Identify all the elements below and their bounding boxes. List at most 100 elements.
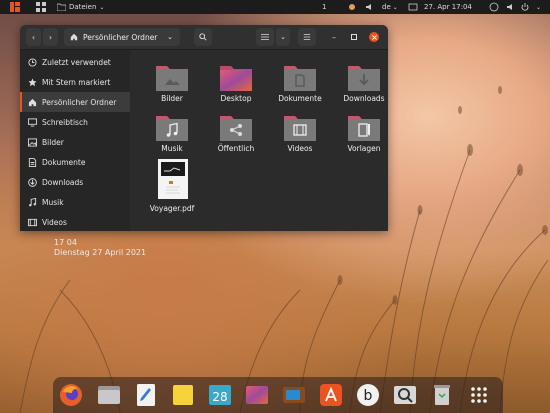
music-icon (29, 197, 37, 206)
close-icon (371, 34, 377, 40)
trash-icon[interactable] (429, 382, 455, 408)
weather-icon[interactable] (347, 0, 357, 14)
chevron-down-icon: ⌄ (392, 3, 398, 11)
activities-icon[interactable] (10, 0, 20, 14)
maximize-button[interactable] (347, 28, 361, 46)
chevron-down-icon: ⌄ (99, 3, 105, 11)
file-item-videos[interactable]: Videos (268, 106, 332, 156)
path-label: Persönlicher Ordner (83, 32, 158, 42)
firefox-icon[interactable] (58, 382, 84, 408)
file-manager-window: ‹ › Persönlicher Ordner ⌄ ⌄ – Zuletzt ve… (20, 25, 388, 231)
folder-music-icon (156, 116, 188, 141)
path-bar[interactable]: Persönlicher Ordner ⌄ (64, 28, 180, 46)
chevron-left-icon: ‹ (31, 32, 36, 42)
sidebar-item-label: Videos (42, 217, 67, 227)
header-bar: ‹ › Persönlicher Ordner ⌄ ⌄ – (20, 25, 388, 50)
clock[interactable]: 27. Apr 17:04 (424, 0, 472, 14)
show-apps-icon[interactable] (466, 382, 492, 408)
text-editor-icon[interactable] (133, 382, 159, 408)
list-view-button[interactable] (256, 28, 274, 46)
sidebar-item-label: Zuletzt verwendet (42, 57, 111, 67)
search-button[interactable] (194, 28, 212, 46)
sidebar-item-downloads[interactable]: Downloads (20, 172, 130, 192)
back-button[interactable]: ‹ (26, 28, 41, 46)
document-icon (28, 157, 37, 167)
screenshot-icon[interactable] (392, 382, 418, 408)
file-item-templates[interactable]: Vorlagen (332, 106, 388, 156)
app-menu[interactable]: Dateien ⌄ (57, 0, 104, 14)
pdf-thumbnail-icon (158, 159, 188, 199)
power-icon[interactable] (520, 0, 530, 14)
chevron-down-icon[interactable]: ⌄ (536, 0, 541, 14)
file-item-label: Musik (161, 144, 183, 153)
sidebar-item-label: Dokumente (42, 157, 86, 167)
minimize-icon: – (332, 32, 336, 42)
folder-downloads-icon (348, 66, 380, 91)
volume-icon[interactable] (506, 0, 516, 14)
file-item-public[interactable]: Öffentlich (204, 106, 268, 156)
sidebar-item-label: Bilder (42, 137, 64, 147)
file-item-label: Voyager.pdf (149, 204, 195, 213)
clock-icon (28, 57, 37, 67)
svg-text:b: b (364, 388, 373, 404)
file-item-downloads[interactable]: Downloads (332, 56, 388, 106)
folder-desktop-icon (220, 66, 252, 91)
sidebar-item-recent[interactable]: Zuletzt verwendet (20, 52, 130, 72)
file-item-music[interactable]: Musik (140, 106, 204, 156)
desktop-clock-widget: 17 04 Dienstag 27 April 2021 (54, 238, 146, 257)
sidebar-item-music[interactable]: Musik (20, 192, 130, 212)
star-icon (28, 77, 37, 86)
notes-icon[interactable] (170, 382, 196, 408)
apps-grid-icon[interactable] (36, 0, 46, 14)
file-item-desktop[interactable]: Desktop (204, 56, 268, 106)
calendar-icon[interactable]: 28 (207, 382, 233, 408)
desktop-folder-icon[interactable] (244, 382, 270, 408)
tv-icon[interactable] (281, 382, 307, 408)
list-view-icon (261, 34, 269, 40)
forward-button[interactable]: › (43, 28, 58, 46)
keyboard-layout[interactable]: de ⌄ (382, 0, 398, 14)
sidebar-item-starred[interactable]: Mit Stern markiert (20, 72, 130, 92)
network-icon[interactable] (408, 0, 418, 14)
volume-icon[interactable] (365, 0, 375, 14)
video-icon (28, 218, 37, 226)
search-icon (199, 33, 207, 41)
sidebar-item-desktop[interactable]: Schreibtisch (20, 112, 130, 132)
image-icon (28, 137, 37, 147)
workspace-indicator[interactable]: 1 (322, 0, 326, 14)
chevron-down-icon: ⌄ (280, 33, 286, 41)
close-button[interactable] (369, 32, 379, 42)
home-icon (28, 98, 37, 106)
widget-date: Dienstag 27 April 2021 (54, 248, 147, 257)
sidebar-item-documents[interactable]: Dokumente (20, 152, 130, 172)
file-item-label: Dokumente (278, 94, 322, 103)
folder-templates-icon (348, 116, 380, 141)
desktop-icon (28, 117, 37, 127)
menu-button[interactable] (298, 28, 316, 46)
sidebar-item-pictures[interactable]: Bilder (20, 132, 130, 152)
file-item-documents[interactable]: Dokumente (268, 56, 332, 106)
file-item-pictures[interactable]: Bilder (140, 56, 204, 106)
widget-time: 17 04 (54, 238, 77, 247)
top-bar: Dateien ⌄ 1 de ⌄ 27. Apr 17:04 ⌄ (0, 0, 550, 14)
sidebar-item-label: Mit Stern markiert (42, 77, 111, 87)
folder-icon (57, 3, 66, 11)
file-item-label: Desktop (220, 94, 252, 103)
files-icon[interactable] (96, 382, 122, 408)
b-app-icon[interactable]: b (355, 382, 381, 408)
accessibility-icon[interactable] (489, 0, 499, 14)
sidebar-item-home[interactable]: Persönlicher Ordner (20, 92, 130, 112)
folder-videos-icon (284, 116, 316, 141)
file-item-label: Öffentlich (217, 144, 255, 153)
home-icon (70, 33, 78, 41)
folder-public-icon (220, 116, 252, 141)
view-options-button[interactable]: ⌄ (276, 28, 290, 46)
software-center-icon[interactable] (318, 382, 344, 408)
sidebar: Zuletzt verwendet Mit Stern markiert Per… (20, 50, 130, 231)
svg-text:28: 28 (212, 390, 227, 404)
sidebar-item-label: Downloads (42, 177, 84, 187)
minimize-button[interactable]: – (327, 28, 341, 46)
file-item-voyager-pdf[interactable]: Voyager.pdf (140, 156, 204, 216)
sidebar-item-videos[interactable]: Videos (20, 212, 130, 231)
chevron-right-icon: › (48, 32, 53, 42)
